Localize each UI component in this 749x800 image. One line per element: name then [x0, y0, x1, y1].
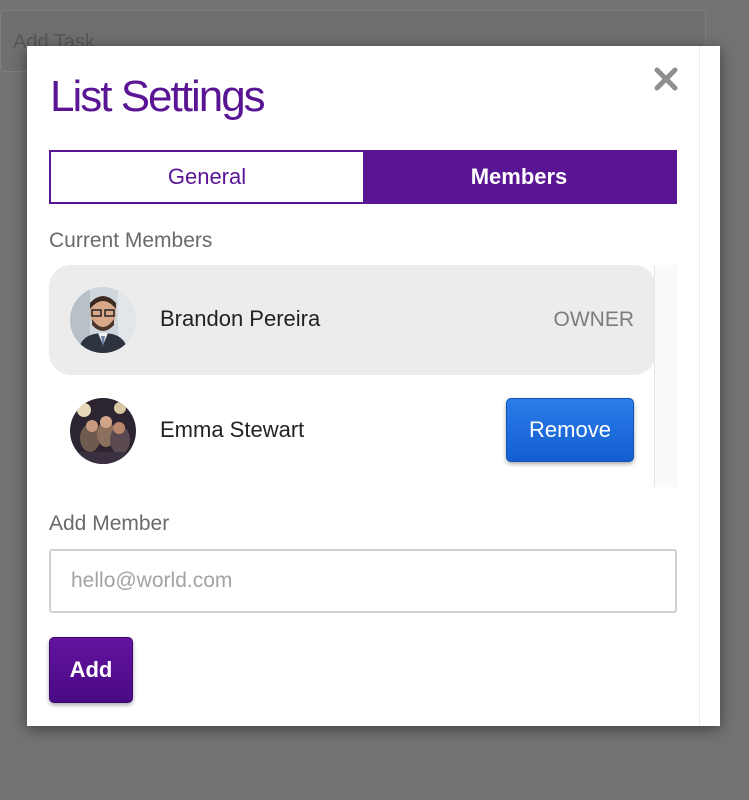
settings-tabs: General Members — [49, 150, 677, 204]
members-list: Brandon Pereira OWNER Emma Stewart Remov… — [49, 265, 677, 487]
modal-scrollbar[interactable] — [699, 46, 720, 726]
current-members-label: Current Members — [49, 229, 213, 252]
owner-badge: OWNER — [553, 308, 635, 331]
member-row: Emma Stewart Remove — [49, 376, 656, 486]
members-scrollbar[interactable] — [654, 265, 677, 487]
avatar — [70, 287, 136, 353]
member-name: Brandon Pereira — [160, 306, 321, 331]
avatar — [70, 398, 136, 464]
member-row-owner: Brandon Pereira OWNER — [49, 265, 656, 375]
add-member-button[interactable]: Add — [49, 637, 133, 703]
tab-members[interactable]: Members — [363, 152, 675, 202]
email-input[interactable] — [49, 549, 677, 613]
remove-member-button[interactable]: Remove — [506, 398, 634, 462]
modal-title: List Settings — [50, 72, 266, 121]
close-icon[interactable] — [653, 66, 679, 92]
add-member-label: Add Member — [49, 512, 170, 535]
tab-general[interactable]: General — [51, 152, 363, 202]
list-settings-modal: List Settings General Members Current Me… — [27, 46, 720, 726]
member-name: Emma Stewart — [160, 417, 305, 442]
